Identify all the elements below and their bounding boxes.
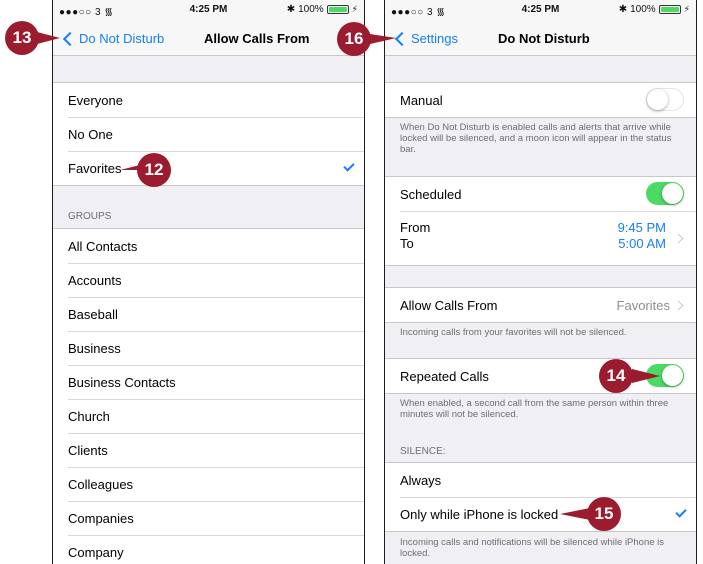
callout-12: 12 (137, 153, 171, 187)
callout-13-pointer (37, 32, 60, 44)
callout-16: 16 (337, 22, 371, 56)
callout-15-pointer (560, 508, 590, 520)
callout-15: 15 (587, 497, 621, 531)
callout-14-pointer (632, 369, 660, 383)
callout-13: 13 (5, 21, 39, 55)
callout-16-pointer (370, 34, 396, 44)
callout-14: 14 (599, 359, 633, 393)
callout-pointers (37, 32, 660, 520)
